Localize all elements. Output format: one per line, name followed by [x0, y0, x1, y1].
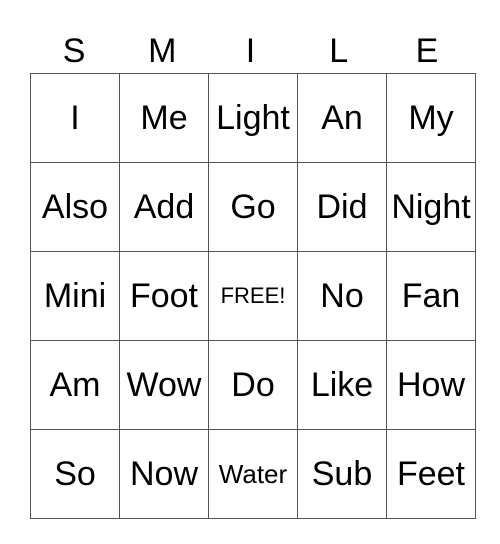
- bingo-cell[interactable]: Feet: [386, 429, 476, 519]
- bingo-cell[interactable]: Also: [30, 162, 120, 252]
- bingo-cell[interactable]: Foot: [119, 251, 209, 341]
- grid-row: Am Wow Do Like How: [30, 340, 476, 430]
- grid-row: So Now Water Sub Feet: [30, 429, 476, 519]
- bingo-cell[interactable]: Like: [297, 340, 387, 430]
- header-letter: L: [329, 32, 349, 70]
- bingo-cell[interactable]: Am: [30, 340, 120, 430]
- header-letter: M: [148, 32, 177, 70]
- bingo-cell[interactable]: No: [297, 251, 387, 341]
- bingo-cell[interactable]: Me: [119, 73, 209, 163]
- bingo-header: S M I L E: [30, 30, 471, 73]
- header-letter: I: [245, 32, 256, 70]
- bingo-cell[interactable]: Night: [386, 162, 476, 252]
- bingo-cell[interactable]: Do: [208, 340, 298, 430]
- grid-row: Also Add Go Did Night: [30, 162, 476, 252]
- bingo-grid: I Me Light An My Also Add Go Did Night M…: [30, 73, 476, 519]
- header-letter: E: [415, 32, 439, 70]
- bingo-cell[interactable]: Fan: [386, 251, 476, 341]
- bingo-cell[interactable]: Mini: [30, 251, 120, 341]
- bingo-cell[interactable]: How: [386, 340, 476, 430]
- bingo-cell[interactable]: Did: [297, 162, 387, 252]
- bingo-cell[interactable]: Water: [208, 429, 298, 519]
- header-letter: S: [62, 32, 86, 70]
- bingo-cell[interactable]: An: [297, 73, 387, 163]
- bingo-cell[interactable]: My: [386, 73, 476, 163]
- grid-row: Mini Foot FREE! No Fan: [30, 251, 476, 341]
- bingo-cell[interactable]: So: [30, 429, 120, 519]
- grid-row: I Me Light An My: [30, 73, 476, 163]
- free-cell[interactable]: FREE!: [208, 251, 298, 341]
- bingo-cell[interactable]: Go: [208, 162, 298, 252]
- bingo-cell[interactable]: Light: [208, 73, 298, 163]
- bingo-cell[interactable]: Wow: [119, 340, 209, 430]
- bingo-cell[interactable]: Now: [119, 429, 209, 519]
- bingo-cell[interactable]: Add: [119, 162, 209, 252]
- bingo-cell[interactable]: I: [30, 73, 120, 163]
- bingo-cell[interactable]: Sub: [297, 429, 387, 519]
